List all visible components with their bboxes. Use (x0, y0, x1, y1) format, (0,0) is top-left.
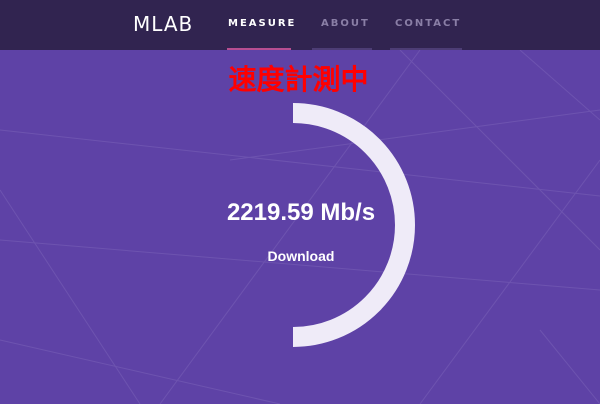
speed-value: 2219.59 Mb/s (226, 199, 376, 226)
test-phase-label: Download (267, 248, 335, 264)
